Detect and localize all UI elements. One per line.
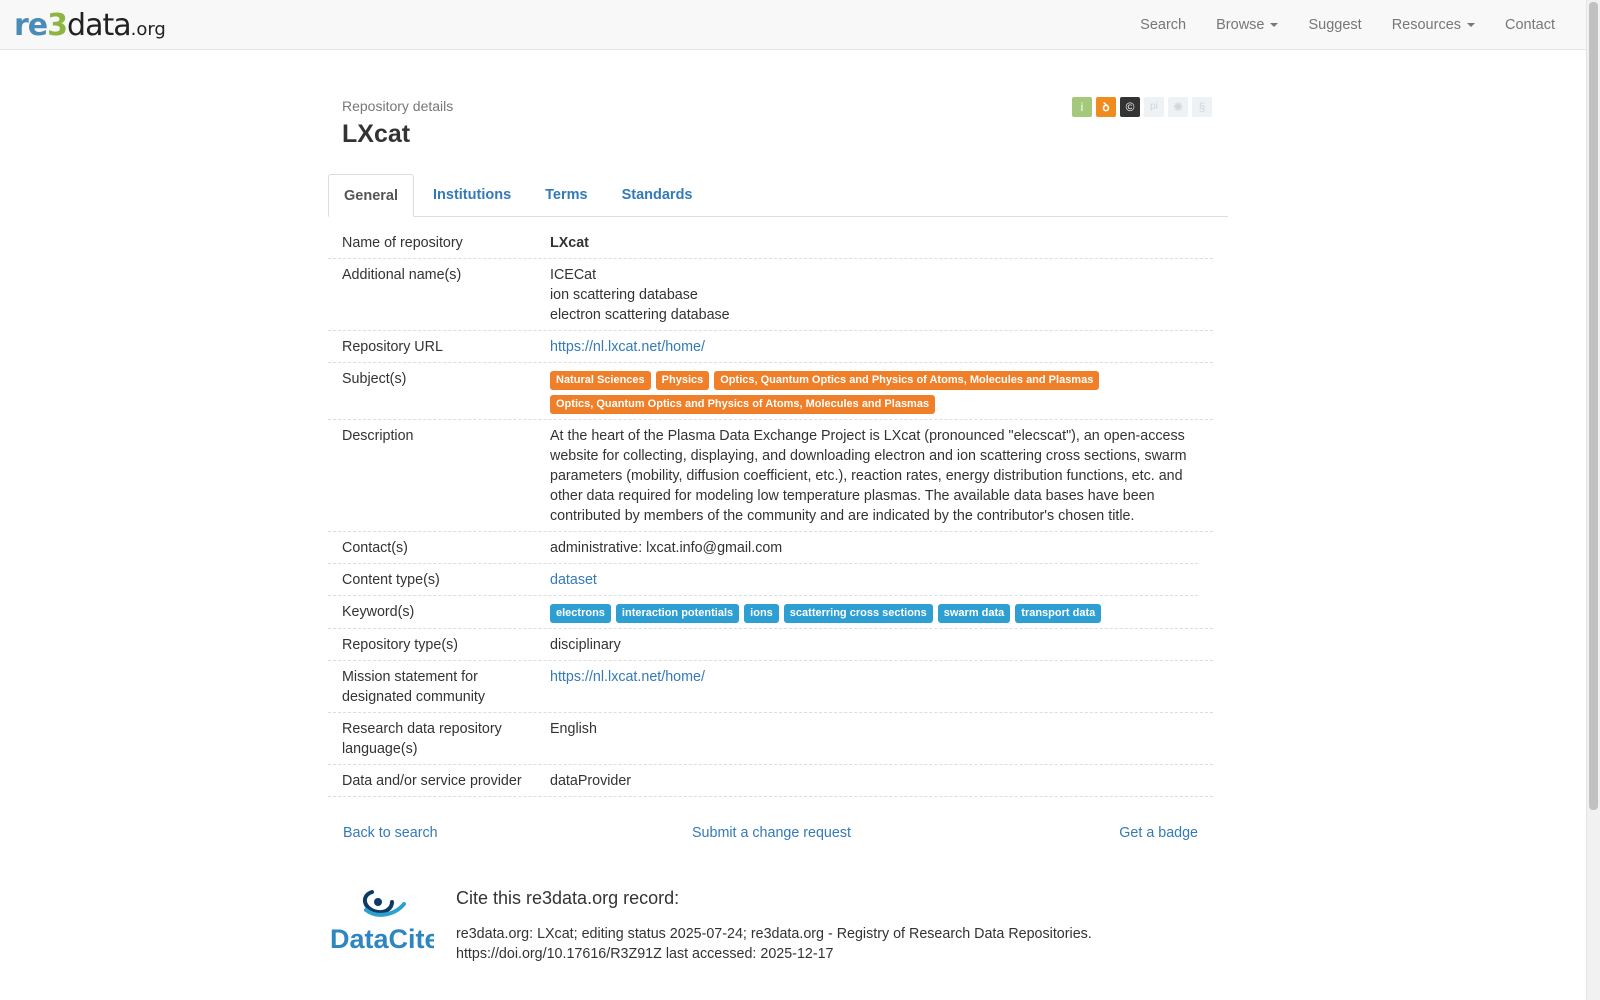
repository-name: LXcat: [550, 235, 589, 251]
keyword-badges: electrons interaction potentials ions sc…: [550, 602, 1203, 623]
repository-details-table: Name of repository LXcat Additional name…: [328, 227, 1213, 797]
submit-change-request-link[interactable]: Submit a change request: [692, 825, 851, 841]
tab-general[interactable]: General: [328, 174, 414, 217]
table-row: Data and/or service provider dataProvide…: [328, 765, 1213, 797]
citation-line: https://doi.org/10.17616/R3Z91Z last acc…: [456, 946, 834, 962]
table-row: Repository type(s) disciplinary: [328, 629, 1213, 661]
table-row: Description At the heart of the Plasma D…: [328, 420, 1213, 532]
row-value: ICECat ion scattering database electron …: [550, 265, 1213, 325]
table-row: Name of repository LXcat: [328, 227, 1213, 259]
top-navbar: re 3 data .org Search Browse Suggest Resour…: [0, 0, 1586, 50]
description-text: At the heart of the Plasma Data Exchange…: [550, 428, 1187, 524]
citation-line: re3data.org: LXcat; editing status 2025-…: [456, 926, 1092, 942]
additional-name: ion scattering database: [550, 287, 698, 303]
get-a-badge-link[interactable]: Get a badge: [1119, 825, 1198, 841]
row-value: Natural Sciences Physics Optics, Quantum…: [550, 369, 1213, 414]
nav-browse-dropdown[interactable]: Browse: [1201, 0, 1293, 50]
row-value: disciplinary: [550, 637, 621, 653]
table-row: Subject(s) Natural Sciences Physics Opti…: [328, 363, 1213, 420]
nav-resources-dropdown[interactable]: Resources: [1377, 0, 1490, 50]
scrollbar-thumb[interactable]: [1589, 2, 1598, 810]
row-label: Mission statement for designated communi…: [342, 669, 486, 705]
details-tabs: General Institutions Terms Standards: [328, 174, 1228, 217]
tab-terms[interactable]: Terms: [530, 174, 602, 216]
contact-value: administrative: lxcat.info@gmail.com: [550, 540, 783, 556]
tab-standards[interactable]: Standards: [607, 174, 708, 216]
keyword-badge[interactable]: interaction potentials: [615, 604, 740, 623]
copyright-license-icon[interactable]: ©: [1120, 97, 1140, 117]
row-value: https://nl.lxcat.net/home/: [550, 337, 1213, 357]
table-row: Content type(s) dataset: [328, 564, 1198, 596]
row-label: Repository type(s): [342, 637, 459, 653]
row-label: Content type(s): [342, 572, 440, 588]
keyword-badge[interactable]: scatterring cross sections: [783, 604, 933, 623]
row-label: Research data repository language(s): [342, 721, 502, 757]
datacite-logo[interactable]: DataCite: [330, 888, 434, 960]
re3data-logo[interactable]: re 3 data .org: [14, 8, 166, 43]
row-label: Additional name(s): [342, 267, 462, 283]
cite-title: Cite this re3data.org record:: [456, 888, 680, 908]
keyword-badge[interactable]: transport data: [1015, 604, 1102, 623]
main-nav: Search Browse Suggest Resources Contact: [1125, 0, 1570, 50]
mission-statement-link[interactable]: https://nl.lxcat.net/home/: [550, 669, 705, 685]
tab-institutions[interactable]: Institutions: [418, 174, 526, 216]
keyword-badge[interactable]: ions: [744, 604, 779, 623]
cite-section: DataCite Cite this re3data.org record: r…: [328, 888, 1213, 998]
caret-down-icon: [1270, 23, 1279, 27]
policy-icon[interactable]: §: [1192, 97, 1212, 117]
table-row: Additional name(s) ICECat ion scattering…: [328, 259, 1213, 331]
row-value: English: [550, 721, 597, 737]
keyword-badge[interactable]: swarm data: [937, 604, 1011, 623]
row-value: https://nl.lxcat.net/home/: [550, 667, 1213, 707]
content-type-link[interactable]: dataset: [550, 572, 597, 588]
datacite-logo-text: DataCite: [330, 924, 434, 954]
nav-search[interactable]: Search: [1125, 0, 1201, 50]
row-value: dataset: [550, 570, 1198, 590]
nav-contact[interactable]: Contact: [1490, 0, 1570, 50]
persistent-identifier-icon[interactable]: pi: [1144, 97, 1164, 117]
row-label: Keyword(s): [342, 604, 415, 620]
keyword-badge[interactable]: electrons: [550, 604, 611, 623]
row-label: Subject(s): [342, 371, 407, 387]
row-label: Repository URL: [342, 339, 443, 355]
page-scrollbar[interactable]: [1586, 0, 1600, 1000]
subject-badge[interactable]: Optics, Quantum Optics and Physics of At…: [714, 371, 1100, 390]
subject-badge[interactable]: Natural Sciences: [550, 371, 651, 390]
row-value: electrons interaction potentials ions sc…: [550, 602, 1213, 623]
back-to-search-link[interactable]: Back to search: [343, 825, 438, 841]
row-label: Name of repository: [342, 235, 463, 251]
table-row: Contact(s) administrative: lxcat.info@gm…: [328, 532, 1198, 564]
caret-down-icon: [1467, 23, 1476, 27]
certificate-icon[interactable]: ✺: [1168, 97, 1188, 117]
row-value: dataProvider: [550, 773, 632, 789]
additional-name: electron scattering database: [550, 307, 730, 323]
footer-links: Back to search Submit a change request G…: [328, 825, 1213, 845]
datacite-swirl-icon: [362, 890, 406, 917]
table-row: Research data repository language(s) Eng…: [328, 713, 1213, 765]
subject-badges: Natural Sciences Physics Optics, Quantum…: [550, 369, 1203, 414]
nav-suggest[interactable]: Suggest: [1293, 0, 1376, 50]
table-row: Repository URL https://nl.lxcat.net/home…: [328, 331, 1213, 363]
subject-badge[interactable]: Optics, Quantum Optics and Physics of At…: [550, 395, 936, 414]
row-label: Contact(s): [342, 540, 408, 556]
page-subtitle: Repository details: [342, 98, 454, 114]
row-label: Data and/or service provider: [342, 773, 522, 789]
citation-text: re3data.org: LXcat; editing status 2025-…: [456, 924, 1156, 964]
row-value: LXcat: [550, 233, 1213, 253]
open-access-icon[interactable]: ꝺ: [1096, 97, 1116, 117]
table-row: Keyword(s) electrons interaction potenti…: [328, 596, 1213, 629]
row-label: Description: [342, 428, 414, 444]
info-icon[interactable]: i: [1072, 97, 1092, 117]
repository-url-link[interactable]: https://nl.lxcat.net/home/: [550, 339, 705, 355]
subject-badge[interactable]: Physics: [655, 371, 710, 390]
additional-name: ICECat: [550, 267, 597, 283]
page-title: LXcat: [342, 120, 411, 148]
repository-icons: i ꝺ © pi ✺ §: [1072, 97, 1212, 117]
table-row: Mission statement for designated communi…: [328, 661, 1213, 713]
